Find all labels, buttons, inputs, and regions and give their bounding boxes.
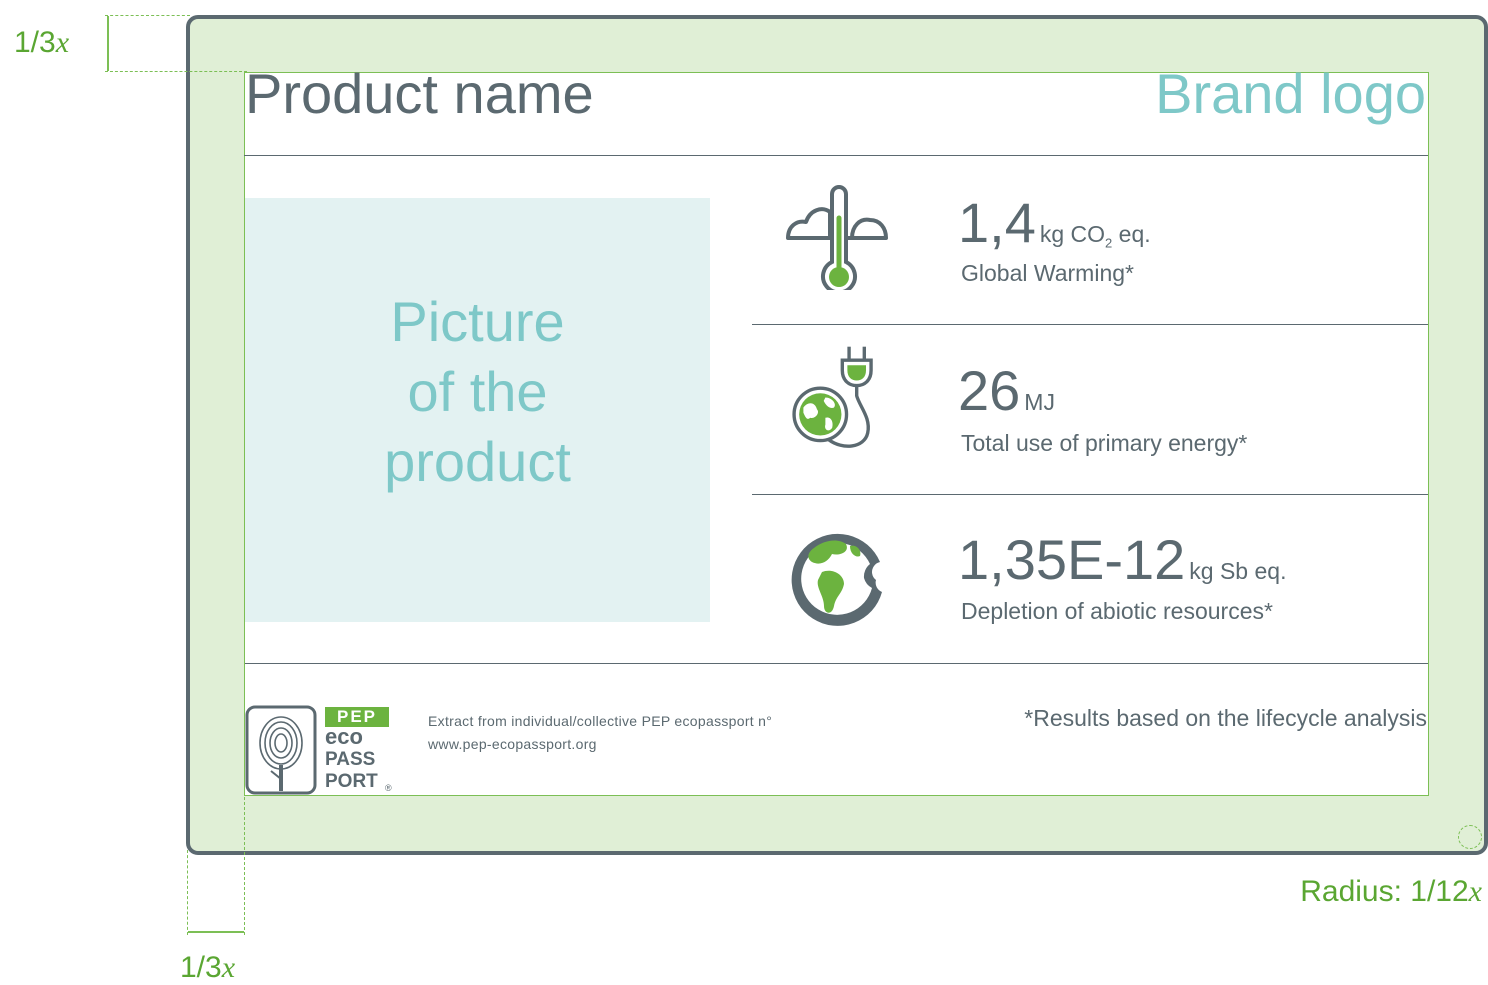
globe-plug-icon <box>792 346 873 448</box>
header-divider <box>244 155 1428 156</box>
radius-guide <box>1458 825 1482 849</box>
radius-annotation: Radius: 1/12x <box>1300 875 1482 908</box>
product-name: Product name <box>245 62 594 125</box>
picture-placeholder-text: Picture of the product <box>384 290 571 493</box>
indicator-value: 1,35E-12 kg Sb eq. <box>958 528 1287 591</box>
pep-url[interactable]: www.pep-ecopassport.org <box>428 736 597 752</box>
indicator-value: 26 MJ <box>958 359 1055 422</box>
indicator-divider <box>752 494 1428 495</box>
logo-port: PORT <box>325 771 378 792</box>
indicator-label: Total use of primary energy* <box>961 430 1248 456</box>
bitten-globe-icon <box>791 533 882 626</box>
dimension-arrow <box>188 931 244 933</box>
guide-line <box>105 71 247 72</box>
brand-logo: Brand logo <box>1155 62 1426 125</box>
thermometer-cloud-icon <box>786 185 888 290</box>
extract-text: Extract from individual/collective PEP e… <box>428 713 773 729</box>
left-margin-annotation: 1/3x <box>180 951 236 984</box>
registered-mark: ® <box>385 783 392 793</box>
logo-pass: PASS <box>325 749 376 770</box>
fingerprint-tree-icon <box>245 705 317 795</box>
indicator-label: Depletion of abiotic resources* <box>961 598 1273 624</box>
logo-eco: eco <box>325 724 363 749</box>
footer-divider <box>244 663 1428 664</box>
indicator-divider <box>752 324 1428 325</box>
pep-ecopassport-logo: PEP eco PASS PORT ® <box>245 705 397 795</box>
top-margin-annotation: 1/3x <box>14 26 70 59</box>
dimension-arrow <box>107 16 109 71</box>
product-picture-placeholder: Picture of the product <box>245 198 710 622</box>
guide-line <box>244 72 245 935</box>
footnote: *Results based on the lifecycle analysis <box>1024 705 1427 731</box>
indicator-label: Global Warming* <box>961 260 1134 286</box>
guide-line <box>105 15 190 16</box>
guide-line <box>187 850 188 935</box>
